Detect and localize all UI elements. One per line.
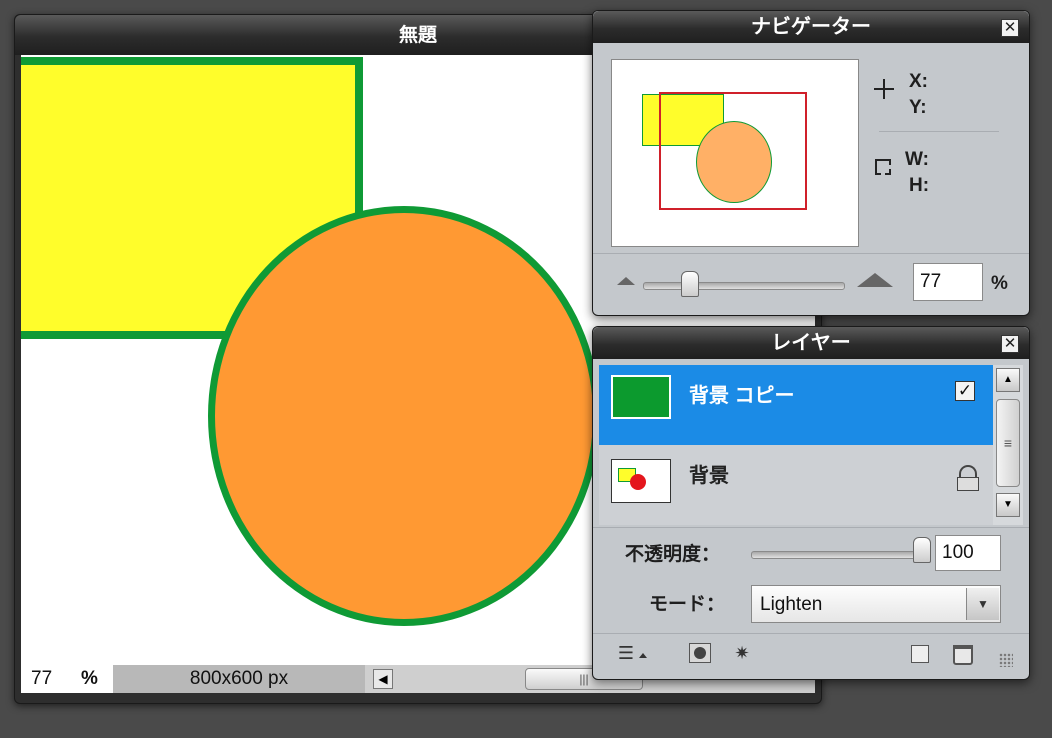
scroll-down-icon[interactable]: ▼: [996, 493, 1020, 517]
close-icon[interactable]: ✕: [1001, 335, 1019, 353]
canvas-size-label: 800x600 px: [113, 665, 365, 693]
trash-icon[interactable]: [953, 645, 973, 665]
navigator-preview[interactable]: [611, 59, 859, 247]
resize-grip-icon[interactable]: [999, 653, 1013, 667]
checkbox-icon[interactable]: ✓: [955, 381, 975, 401]
layer-scrollbar[interactable]: ▲ ≡ ▼: [993, 365, 1023, 525]
opacity-label: 不透明度：: [625, 544, 721, 565]
new-layer-icon[interactable]: [911, 645, 929, 663]
lock-body: [957, 477, 979, 491]
divider: [879, 131, 999, 132]
zoom-slider[interactable]: [643, 282, 845, 290]
layer-panel: レイヤー ✕ 背景 コピー ✓ 背景 ▲ ≡ ▼ 不透明度： 100 モード： …: [592, 326, 1030, 680]
crop-icon: [875, 159, 891, 175]
mode-value: Lighten: [760, 594, 823, 615]
mode-select[interactable]: Lighten ▼: [751, 585, 1001, 623]
zoom-unit: %: [81, 668, 98, 689]
zoom-field[interactable]: 77 %: [21, 665, 113, 693]
layer-thumbnail: [611, 459, 671, 503]
close-icon[interactable]: ✕: [1001, 19, 1019, 37]
scroll-up-icon[interactable]: ▲: [996, 368, 1020, 392]
navigator-zoom-unit: %: [991, 273, 1008, 294]
divider: [593, 633, 1029, 634]
opacity-slider-thumb[interactable]: [913, 537, 931, 563]
menu-arrow-icon[interactable]: [639, 653, 647, 658]
navigator-zoom-input[interactable]: 77: [913, 263, 983, 301]
viewport-frame[interactable]: [659, 92, 807, 210]
divider: [593, 253, 1029, 254]
divider: [593, 527, 1029, 528]
x-label: X:: [909, 71, 928, 92]
orange-ellipse-shape[interactable]: [208, 206, 600, 626]
dropdown-arrow-icon[interactable]: ▼: [966, 588, 999, 620]
layer-panel-title[interactable]: レイヤー: [593, 327, 1029, 359]
layer-styles-icon[interactable]: ☰: [615, 643, 637, 663]
w-label: W:: [905, 149, 929, 170]
mode-label: モード：: [649, 594, 726, 615]
navigator-title[interactable]: ナビゲーター: [593, 11, 1029, 43]
crosshair-icon: [873, 79, 895, 101]
zoom-value: 77: [31, 668, 53, 689]
zoom-in-icon[interactable]: [857, 273, 893, 287]
scroll-thumb[interactable]: ≡: [996, 399, 1020, 487]
scroll-left-icon[interactable]: ◀: [373, 669, 393, 689]
opacity-input[interactable]: 100: [935, 535, 1001, 571]
mask-icon[interactable]: [689, 643, 711, 663]
y-label: Y:: [909, 97, 927, 118]
layer-row-background[interactable]: 背景: [599, 445, 993, 525]
zoom-slider-thumb[interactable]: [681, 271, 699, 297]
layer-name[interactable]: 背景: [689, 459, 729, 488]
h-label: H:: [909, 175, 930, 196]
zoom-out-icon[interactable]: [617, 277, 635, 285]
layer-thumbnail: [611, 375, 671, 419]
adjustment-icon[interactable]: ✷: [731, 643, 753, 663]
layer-row-background-copy[interactable]: 背景 コピー ✓: [599, 365, 993, 445]
navigator-panel: ナビゲーター ✕ X: Y: W: H: 77 %: [592, 10, 1030, 316]
opacity-slider[interactable]: [751, 551, 929, 559]
layer-name[interactable]: 背景 コピー: [689, 379, 795, 408]
